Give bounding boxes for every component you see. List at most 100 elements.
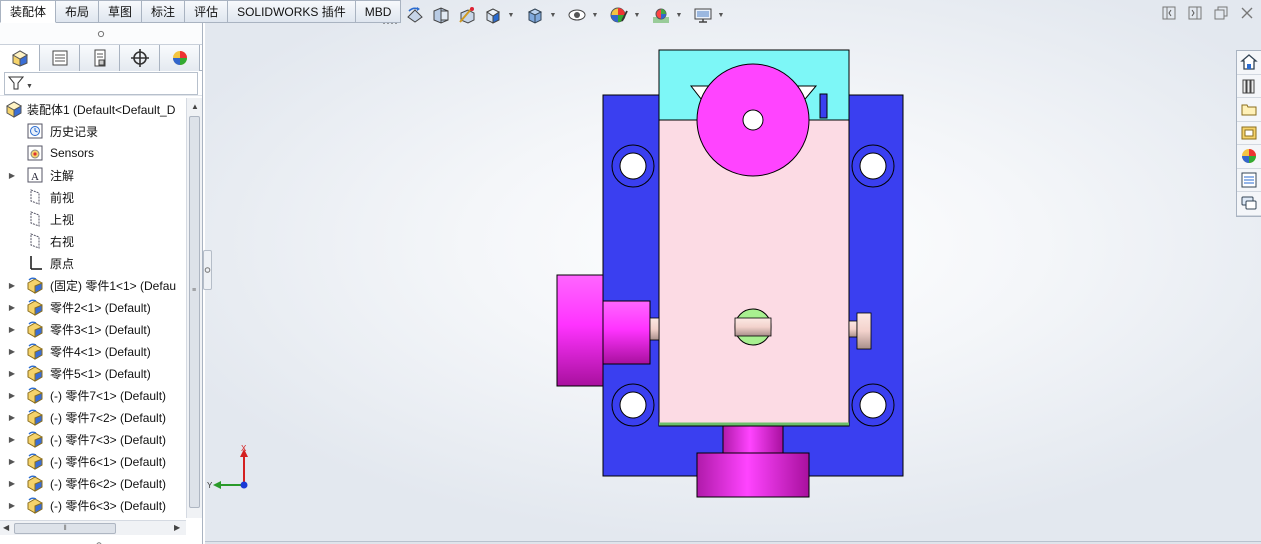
scroll-left-icon[interactable]: ◀	[3, 523, 9, 532]
tree-item[interactable]: Sensors	[0, 142, 186, 164]
dynamic-annotation-icon[interactable]	[455, 3, 479, 27]
expand-arrow-icon[interactable]: ▶	[7, 362, 17, 384]
filter-box[interactable]: ▼	[4, 71, 198, 95]
expand-arrow-icon[interactable]: ▶	[7, 406, 17, 428]
left-shaft[interactable]	[602, 300, 651, 365]
expand-arrow-icon[interactable]: ▶	[7, 472, 17, 494]
apply-scene-icon[interactable]	[649, 3, 673, 27]
scroll-right-icon[interactable]: ▶	[174, 523, 180, 532]
file-explorer-icon[interactable]	[1237, 98, 1261, 122]
tree-item[interactable]: ▶ (-) 零件7<1> (Default)	[0, 384, 186, 406]
panel-collapse-handle[interactable]	[203, 250, 212, 290]
tree-item[interactable]: ▶ (固定) 零件1<1> (Defau	[0, 274, 186, 296]
left-flange[interactable]	[556, 274, 604, 387]
part-icon	[26, 386, 44, 404]
tree-item[interactable]: ▶ (-) 零件6<3> (Default)	[0, 494, 186, 516]
featuremanager-icon[interactable]	[0, 45, 40, 71]
left-pin	[649, 317, 660, 341]
expand-arrow-icon[interactable]: ▶	[7, 340, 17, 362]
tree-item-label: (-) 零件6<2> (Default)	[50, 476, 167, 491]
section-view-icon[interactable]	[429, 3, 453, 27]
tab-5[interactable]: SOLIDWORKS 插件	[228, 0, 356, 23]
chevron-down-icon[interactable]: ▼	[507, 3, 515, 27]
tab-0[interactable]: 装配体	[0, 0, 57, 23]
display-style-icon[interactable]	[523, 3, 547, 27]
tree-horizontal-scrollbar[interactable]: ◀ ⦀ ▶	[0, 520, 186, 535]
bottom-shaft[interactable]	[722, 425, 784, 454]
expand-arrow-icon[interactable]: ▶	[7, 318, 17, 340]
tab-6[interactable]: MBD	[355, 0, 402, 23]
edit-appearance-icon[interactable]	[607, 3, 631, 27]
feature-manager-panel: ▼ 装配体1 (Default<Default_D 历史记录 Sensors ▶ A 注解…	[0, 23, 203, 544]
chevron-down-icon[interactable]: ▼	[26, 83, 33, 90]
tree-vertical-scrollbar[interactable]: ▲ ≡	[186, 98, 202, 518]
chevron-down-icon[interactable]: ▼	[549, 3, 557, 27]
displaymanager-icon[interactable]	[160, 45, 200, 71]
tab-1[interactable]: 布局	[56, 0, 100, 23]
expand-arrow-icon[interactable]: ▶	[7, 274, 17, 296]
tab-2[interactable]: 草图	[99, 0, 143, 23]
view-orientation-icon[interactable]	[481, 3, 505, 27]
filter-icon[interactable]	[8, 75, 24, 91]
dimxpert-icon[interactable]	[120, 45, 160, 71]
scroll-thumb[interactable]: ≡	[189, 116, 200, 508]
sensors-icon	[26, 144, 44, 162]
tree-item[interactable]: ▶ (-) 零件7<3> (Default)	[0, 428, 186, 450]
view-palette-icon[interactable]	[1237, 122, 1261, 145]
chevron-down-icon[interactable]: ▼	[633, 3, 641, 27]
appearances-icon[interactable]	[1237, 145, 1261, 169]
expand-arrow-icon[interactable]: ▶	[7, 494, 17, 516]
tree-item[interactable]: 右视	[0, 230, 186, 252]
custom-properties-icon[interactable]	[1237, 169, 1261, 192]
tree-item[interactable]: 原点	[0, 252, 186, 274]
expand-arrow-icon[interactable]: ▶	[7, 296, 17, 318]
configurationmanager-icon[interactable]	[80, 45, 120, 71]
assembly-model[interactable]	[205, 0, 1261, 541]
part-icon	[26, 430, 44, 448]
chevron-down-icon[interactable]: ▼	[675, 3, 683, 27]
tree-item[interactable]: ▶ 零件5<1> (Default)	[0, 362, 186, 384]
restore-icon[interactable]	[1213, 5, 1229, 21]
heads-up-toolbar: ▼ ▼ ▼ ▼ ▼ ▼	[351, 3, 731, 27]
expand-arrow-icon[interactable]: ▶	[7, 164, 17, 186]
tree-item[interactable]: ▶ 零件4<1> (Default)	[0, 340, 186, 362]
part-icon	[26, 276, 44, 294]
panel-grip-icon[interactable]	[0, 23, 202, 45]
previous-view-icon[interactable]	[403, 3, 427, 27]
panel-resize-grip-icon[interactable]	[95, 537, 103, 544]
chevron-down-icon[interactable]: ▼	[591, 3, 599, 27]
tree-item[interactable]: ▶ A 注解	[0, 164, 186, 186]
scroll-thumb[interactable]: ⦀	[14, 523, 116, 534]
hide-show-items-icon[interactable]	[565, 3, 589, 27]
tree-item-label: (固定) 零件1<1> (Defau	[50, 278, 177, 293]
chevron-down-icon[interactable]: ▼	[717, 3, 725, 27]
tree-item[interactable]: ▶ 零件2<1> (Default)	[0, 296, 186, 318]
tab-4[interactable]: 评估	[185, 0, 229, 23]
forum-icon[interactable]	[1237, 192, 1261, 216]
close-icon[interactable]	[1239, 5, 1255, 21]
tree-item[interactable]: 历史记录	[0, 120, 186, 142]
tree-item[interactable]: 上视	[0, 208, 186, 230]
propertymanager-icon[interactable]	[40, 45, 80, 71]
view-settings-icon[interactable]	[691, 3, 715, 27]
tree-item[interactable]: ▶ 零件3<1> (Default)	[0, 318, 186, 340]
home-icon[interactable]	[1237, 51, 1261, 75]
tree-item-label: (-) 零件6<1> (Default)	[50, 454, 167, 469]
expand-arrow-icon[interactable]: ▶	[7, 428, 17, 450]
history-icon	[26, 122, 44, 140]
tree-item[interactable]: ▶ (-) 零件6<1> (Default)	[0, 450, 186, 472]
tree-item[interactable]: ▶ (-) 零件7<2> (Default)	[0, 406, 186, 428]
tile-right-icon[interactable]	[1187, 5, 1203, 21]
tree-item[interactable]: 前视	[0, 186, 186, 208]
tab-3[interactable]: 标注	[142, 0, 186, 23]
scroll-up-icon[interactable]: ▲	[191, 102, 199, 111]
expand-arrow-icon[interactable]: ▶	[7, 450, 17, 472]
tile-left-icon[interactable]	[1161, 5, 1177, 21]
tree-item[interactable]: ▶ (-) 零件6<2> (Default)	[0, 472, 186, 494]
design-library-icon[interactable]	[1237, 75, 1261, 98]
graphics-area[interactable]	[205, 0, 1261, 541]
expand-arrow-icon[interactable]: ▶	[7, 384, 17, 406]
tree-item[interactable]: 装配体1 (Default<Default_D	[0, 98, 186, 120]
center-pin[interactable]	[734, 308, 772, 346]
bottom-flange[interactable]	[696, 452, 810, 498]
